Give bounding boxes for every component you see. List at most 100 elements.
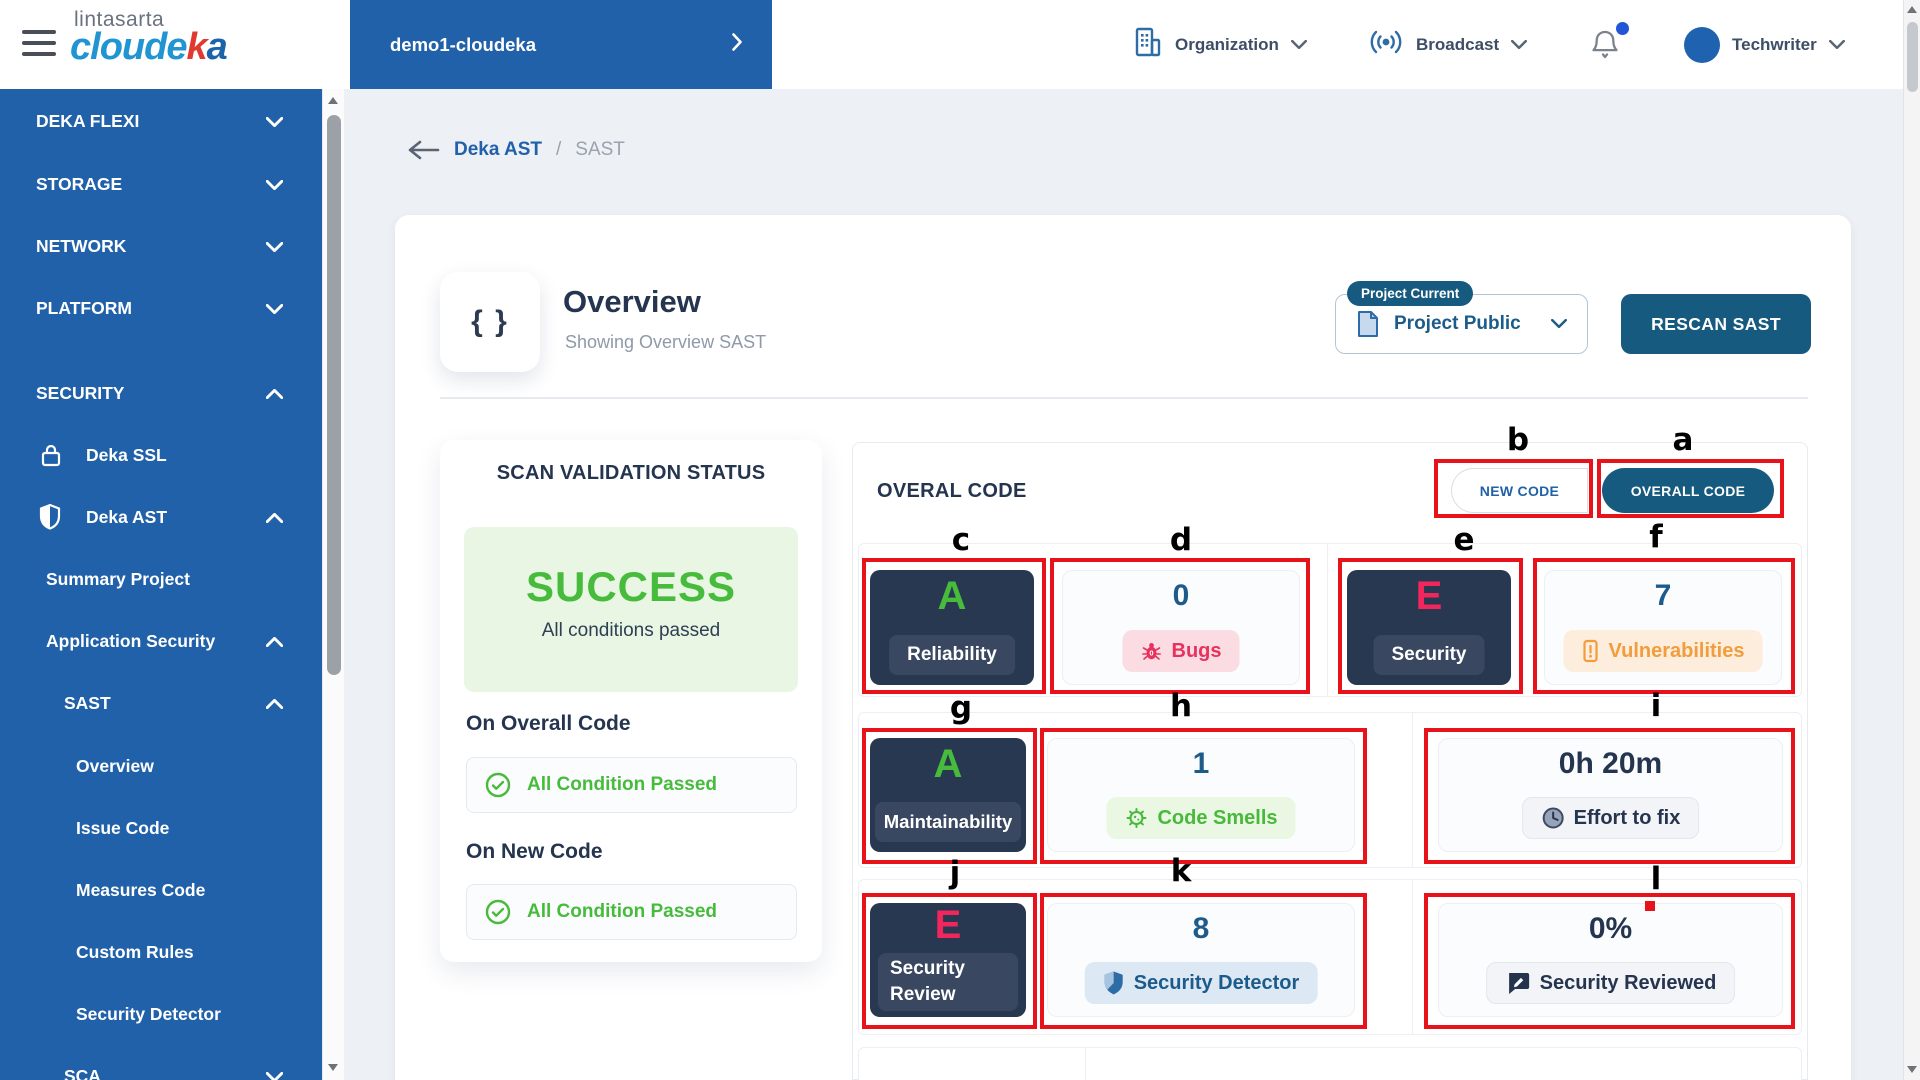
overall-code-condition-box: All Condition Passed — [466, 757, 797, 813]
sidebar-item-deka-ssl[interactable]: Deka SSL — [0, 437, 322, 473]
annotation-box-f — [1533, 558, 1795, 694]
annotation-letter-g: g — [941, 691, 981, 725]
broadcast-icon — [1368, 27, 1404, 62]
broadcast-menu[interactable]: Broadcast — [1368, 0, 1527, 89]
bell-icon — [1590, 50, 1620, 67]
user-name: Techwriter — [1732, 35, 1817, 55]
organization-menu[interactable]: Organization — [1133, 0, 1307, 89]
breadcrumb: Deka AST / SAST — [406, 138, 625, 162]
new-code-condition-heading: On New Code — [466, 840, 603, 864]
annotation-letter-e: e — [1444, 523, 1484, 557]
project-switcher-label: demo1-cloudeka — [390, 34, 536, 56]
annotation-letter-b: b — [1498, 423, 1538, 457]
scan-status-value: SUCCESS — [464, 563, 798, 611]
sidebar-item-security-detector[interactable]: Security Detector — [0, 996, 322, 1032]
annotation-letter-k: k — [1161, 854, 1201, 888]
sidebar-nav: DEKA FLEXI STORAGE NETWORK PLATFORM SECU… — [0, 89, 322, 1080]
annotation-box-e — [1338, 558, 1523, 694]
chevron-up-icon — [266, 507, 283, 528]
annotation-box-k — [1040, 893, 1367, 1029]
avatar — [1684, 27, 1720, 63]
chevron-up-icon — [266, 631, 283, 652]
annotation-box-i — [1424, 728, 1795, 864]
chevron-right-icon — [732, 33, 742, 56]
project-current-badge: Project Current — [1347, 281, 1473, 306]
sidebar-item-sca[interactable]: SCA — [0, 1058, 322, 1080]
page-scrollbar[interactable] — [1903, 0, 1920, 1080]
project-switcher-bar[interactable]: demo1-cloudeka — [350, 0, 772, 89]
annotation-box-g — [862, 728, 1037, 864]
annotation-letter-f: f — [1636, 520, 1676, 554]
sidebar-item-deka-ast[interactable]: Deka AST — [0, 499, 322, 535]
annotation-box-l — [1424, 893, 1795, 1029]
notification-bell[interactable] — [1590, 27, 1636, 67]
sidebar-item-network[interactable]: NETWORK — [0, 228, 322, 264]
annotation-letter-c: c — [941, 523, 981, 557]
page-subtitle: Showing Overview SAST — [565, 332, 766, 353]
chevron-up-icon — [266, 693, 283, 714]
back-arrow-icon[interactable] — [406, 138, 440, 162]
page-scrollbar-thumb[interactable] — [1907, 22, 1918, 92]
condition-status-text: All Condition Passed — [527, 901, 717, 923]
chevron-down-icon — [266, 111, 283, 132]
annotation-l-marker — [1645, 901, 1655, 911]
grid-divider — [1085, 1047, 1086, 1080]
broadcast-label: Broadcast — [1416, 35, 1499, 55]
sidebar-item-storage[interactable]: STORAGE — [0, 166, 322, 202]
sidebar-item-application-security[interactable]: Application Security — [0, 623, 322, 659]
chevron-down-icon — [1291, 36, 1307, 54]
scroll-up-arrow[interactable] — [1907, 6, 1917, 13]
annotation-letter-j: j — [935, 856, 975, 890]
hamburger-menu-icon[interactable] — [22, 30, 56, 56]
scroll-down-arrow[interactable] — [1907, 1066, 1917, 1073]
chevron-down-icon — [1511, 36, 1527, 54]
sidebar-item-security[interactable]: SECURITY — [0, 375, 322, 411]
check-circle-icon — [485, 772, 511, 798]
user-menu[interactable]: Techwriter — [1684, 0, 1845, 89]
overall-code-condition-heading: On Overall Code — [466, 712, 631, 736]
scan-validation-title: SCAN VALIDATION STATUS — [440, 462, 822, 485]
metrics-row-4-partial — [858, 1047, 1802, 1080]
organization-label: Organization — [1175, 35, 1279, 55]
sidebar-item-measures-code[interactable]: Measures Code — [0, 872, 322, 908]
scroll-up-arrow[interactable] — [328, 97, 338, 104]
app-root: lintasarta cloudeka demo1-cloudeka Organ… — [0, 0, 1920, 1080]
project-select-value: Project Public — [1394, 313, 1537, 335]
section-divider — [440, 397, 1808, 399]
breadcrumb-current: SAST — [575, 139, 625, 161]
grid-divider — [1412, 712, 1413, 868]
shield-icon — [38, 503, 62, 536]
building-icon — [1133, 26, 1163, 63]
sidebar-item-overview[interactable]: Overview — [0, 748, 322, 784]
annotation-letter-h: h — [1161, 689, 1201, 723]
page-title: Overview — [563, 284, 701, 320]
annotation-letter-d: d — [1161, 523, 1201, 557]
rescan-sast-button[interactable]: RESCAN SAST — [1621, 294, 1811, 354]
code-braces-icon: { } — [440, 272, 540, 372]
breadcrumb-separator: / — [556, 139, 561, 161]
sidebar-item-summary-project[interactable]: Summary Project — [0, 561, 322, 597]
grid-divider — [1327, 543, 1328, 697]
sidebar-scrollbar-thumb[interactable] — [327, 115, 341, 675]
sidebar-item-issue-code[interactable]: Issue Code — [0, 810, 322, 846]
annotation-box-c — [862, 558, 1046, 694]
overall-code-title: OVERAL CODE — [877, 480, 1027, 503]
sidebar-item-sast[interactable]: SAST — [0, 685, 322, 721]
annotation-letter-a: a — [1663, 423, 1703, 457]
chevron-down-icon — [266, 174, 283, 195]
sidebar-item-custom-rules[interactable]: Custom Rules — [0, 934, 322, 970]
scroll-down-arrow[interactable] — [328, 1064, 338, 1071]
annotation-letter-i: i — [1636, 689, 1676, 723]
breadcrumb-link-deka-ast[interactable]: Deka AST — [454, 139, 542, 161]
sidebar-item-platform[interactable]: PLATFORM — [0, 290, 322, 326]
sidebar-scrollbar[interactable] — [322, 89, 344, 1080]
chevron-down-icon — [1551, 315, 1567, 333]
chevron-down-icon — [266, 236, 283, 257]
chevron-down-icon — [1829, 36, 1845, 54]
annotation-box-b — [1434, 459, 1593, 518]
chevron-down-icon — [266, 1066, 283, 1080]
sidebar-item-deka-flexi[interactable]: DEKA FLEXI — [0, 103, 322, 139]
grid-divider — [1412, 879, 1413, 1035]
new-code-condition-box: All Condition Passed — [466, 884, 797, 940]
annotation-box-j — [862, 893, 1037, 1029]
